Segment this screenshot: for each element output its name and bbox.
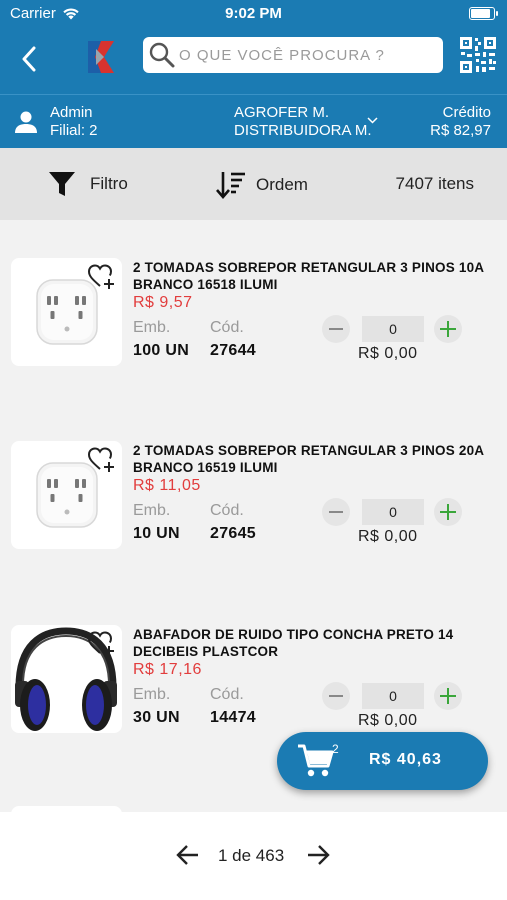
product-price: R$ 9,57 bbox=[133, 294, 193, 311]
cod-value: 27644 bbox=[210, 342, 256, 359]
cod-label: Cód. bbox=[210, 319, 244, 336]
cod-value: 27645 bbox=[210, 525, 256, 542]
emb-value: 100 UN bbox=[133, 342, 190, 359]
product-name: 2 TOMADAS SOBREPOR RETANGULAR 3 PINOS 20… bbox=[133, 443, 484, 475]
product-subtotal: R$ 0,00 bbox=[358, 712, 418, 729]
app-logo bbox=[88, 41, 114, 73]
battery-icon bbox=[469, 7, 498, 20]
order-button[interactable]: Ordem bbox=[216, 170, 308, 200]
quantity-field[interactable]: 0 bbox=[362, 316, 424, 342]
cart-count-badge: 2 bbox=[332, 742, 339, 756]
filter-button[interactable]: Filtro bbox=[48, 170, 128, 198]
arrow-left-icon[interactable] bbox=[176, 844, 200, 866]
cod-label: Cód. bbox=[210, 686, 244, 703]
user-name: Admin bbox=[50, 104, 93, 121]
page-indicator: 1 de 463 bbox=[218, 846, 285, 865]
user-info[interactable]: Admin Filial: 2 bbox=[50, 104, 98, 140]
search-icon bbox=[149, 42, 175, 68]
branch-label: Filial: 2 bbox=[50, 122, 98, 139]
plus-icon bbox=[440, 688, 456, 704]
cod-label: Cód. bbox=[210, 502, 244, 519]
product-name: ABAFADOR DE RUIDO TIPO CONCHA PRETO 14 D… bbox=[133, 627, 454, 659]
status-bar: Carrier 9:02 PM bbox=[0, 0, 507, 28]
filter-toolbar: Filtro Ordem 7407 itens bbox=[0, 148, 507, 220]
clock: 9:02 PM bbox=[225, 5, 282, 22]
chevron-left-icon bbox=[22, 46, 36, 72]
product-subtotal: R$ 0,00 bbox=[358, 528, 418, 545]
cod-value: 14474 bbox=[210, 709, 256, 726]
company-name-line2: DISTRIBUIDORA M. bbox=[234, 122, 372, 139]
credit-label: Crédito bbox=[442, 104, 491, 121]
user-bar: Admin Filial: 2 AGROFER M. DISTRIBUIDORA… bbox=[0, 94, 507, 148]
shopping-cart-icon bbox=[298, 744, 334, 777]
credit-value: R$ 82,97 bbox=[430, 122, 491, 139]
emb-label: Emb. bbox=[133, 319, 171, 336]
sort-icon bbox=[216, 172, 245, 199]
emb-value: 10 UN bbox=[133, 525, 180, 542]
qr-code-icon[interactable] bbox=[459, 36, 497, 74]
emb-value: 30 UN bbox=[133, 709, 180, 726]
search-placeholder: O QUE VOCÊ PROCURA ? bbox=[179, 46, 385, 64]
user-icon bbox=[15, 111, 37, 133]
decrease-button[interactable] bbox=[322, 498, 350, 526]
company-name-line1: AGROFER M. bbox=[234, 104, 330, 121]
product-price: R$ 11,05 bbox=[133, 477, 201, 494]
increase-button[interactable] bbox=[434, 315, 462, 343]
emb-label: Emb. bbox=[133, 686, 171, 703]
pagination-bar: 1 de 463 bbox=[0, 812, 507, 900]
order-label: Ordem bbox=[256, 175, 308, 194]
quantity-field[interactable]: 0 bbox=[362, 683, 424, 709]
back-button[interactable] bbox=[14, 42, 44, 76]
decrease-button[interactable] bbox=[322, 315, 350, 343]
funnel-icon bbox=[49, 172, 75, 196]
emb-label: Emb. bbox=[133, 502, 171, 519]
quantity-field[interactable]: 0 bbox=[362, 499, 424, 525]
minus-icon bbox=[329, 511, 343, 513]
product-name: 2 TOMADAS SOBREPOR RETANGULAR 3 PINOS 10… bbox=[133, 260, 484, 292]
item-count: 7407 itens bbox=[395, 174, 474, 193]
top-navbar: O QUE VOCÊ PROCURA ? bbox=[0, 28, 507, 94]
cart-button[interactable]: 2 R$ 40,63 bbox=[277, 732, 488, 790]
minus-icon bbox=[329, 695, 343, 697]
plus-icon bbox=[440, 504, 456, 520]
product-card[interactable]: 2 TOMADAS SOBREPOR RETANGULAR 3 PINOS 10… bbox=[0, 258, 507, 398]
favorite-add-icon[interactable] bbox=[88, 264, 116, 290]
product-card[interactable]: 2 TOMADAS SOBREPOR RETANGULAR 3 PINOS 20… bbox=[0, 441, 507, 581]
increase-button[interactable] bbox=[434, 682, 462, 710]
chevron-down-icon bbox=[367, 117, 378, 124]
plus-icon bbox=[440, 321, 456, 337]
favorite-add-icon[interactable] bbox=[88, 447, 116, 473]
favorite-add-icon[interactable] bbox=[88, 631, 116, 657]
product-price: R$ 17,16 bbox=[133, 661, 202, 678]
arrow-right-icon[interactable] bbox=[306, 844, 330, 866]
decrease-button[interactable] bbox=[322, 682, 350, 710]
product-subtotal: R$ 0,00 bbox=[358, 345, 418, 362]
search-bar[interactable]: O QUE VOCÊ PROCURA ? bbox=[143, 37, 443, 73]
filter-label: Filtro bbox=[90, 174, 128, 193]
increase-button[interactable] bbox=[434, 498, 462, 526]
credit-info: Crédito R$ 82,97 bbox=[430, 104, 491, 140]
cart-total: R$ 40,63 bbox=[369, 751, 442, 768]
minus-icon bbox=[329, 328, 343, 330]
company-selector[interactable]: AGROFER M. DISTRIBUIDORA M. bbox=[234, 104, 372, 140]
